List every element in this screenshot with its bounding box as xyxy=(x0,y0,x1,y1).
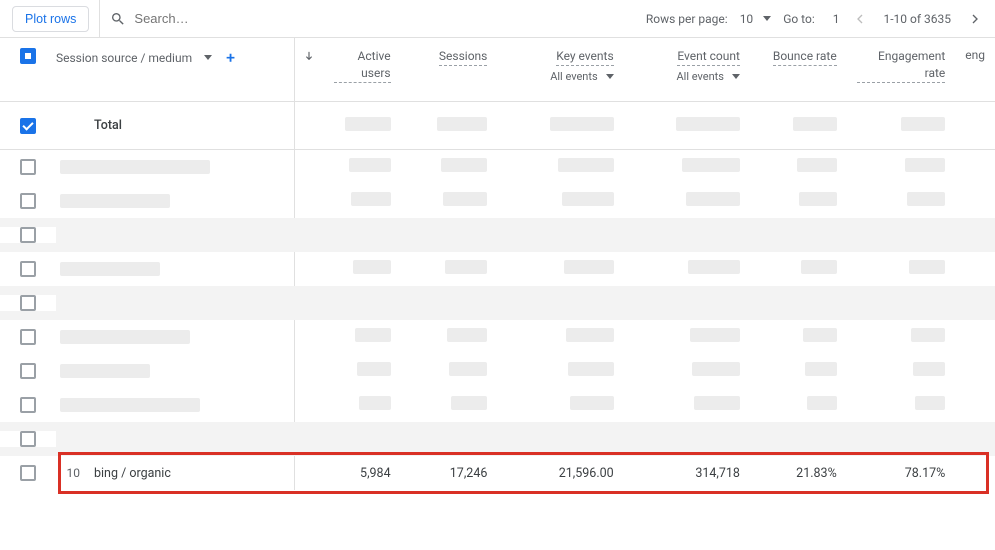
row-checkbox[interactable] xyxy=(20,397,36,413)
search-icon xyxy=(110,11,126,27)
goto-input[interactable]: 1 xyxy=(827,12,840,26)
prev-page-button[interactable] xyxy=(852,11,868,27)
col-sessions[interactable]: Sessions xyxy=(401,48,498,83)
sort-indicator[interactable] xyxy=(294,48,324,83)
col-active-users[interactable]: Active users xyxy=(324,48,401,83)
search-input[interactable] xyxy=(134,11,310,26)
table-row xyxy=(0,218,995,252)
plot-rows-button[interactable]: Plot rows xyxy=(12,6,89,32)
total-row: Total xyxy=(0,102,995,150)
table-row xyxy=(0,422,995,456)
next-page-button[interactable] xyxy=(967,11,983,27)
table-row xyxy=(0,286,995,320)
arrow-down-icon xyxy=(302,50,316,64)
row-checkbox[interactable] xyxy=(20,193,36,209)
row-checkbox[interactable] xyxy=(20,295,36,311)
row-label[interactable]: bing / organic xyxy=(94,466,294,481)
cell-sessions: 17,246 xyxy=(401,466,498,481)
chevron-down-icon xyxy=(763,16,771,21)
chevron-down-icon xyxy=(204,55,212,60)
toolbar: Plot rows Rows per page: 10 Go to: 1 1-1… xyxy=(0,0,995,38)
goto-label: Go to: xyxy=(783,12,815,26)
row-checkbox[interactable] xyxy=(20,118,36,134)
row-checkbox[interactable] xyxy=(20,363,36,379)
rows-per-page-label: Rows per page: xyxy=(646,12,728,26)
table-row xyxy=(0,354,995,388)
add-dimension-button[interactable]: + xyxy=(220,48,235,67)
dimension-header[interactable]: Session source / medium + xyxy=(56,48,294,67)
col-truncated[interactable]: eng xyxy=(955,48,995,83)
table-row xyxy=(0,320,995,354)
chevron-down-icon xyxy=(732,74,740,79)
row-checkbox[interactable] xyxy=(20,431,36,447)
row-checkbox[interactable] xyxy=(20,261,36,277)
col-event-count[interactable]: Event count All events xyxy=(624,48,750,83)
row-checkbox[interactable] xyxy=(20,227,36,243)
table-row xyxy=(0,252,995,286)
row-checkbox[interactable] xyxy=(20,329,36,345)
search-field[interactable] xyxy=(110,11,635,27)
metric-headers: Active users Sessions Key events All eve… xyxy=(294,48,995,83)
table-row xyxy=(0,150,995,184)
table-body: Total xyxy=(0,102,995,490)
cell-event-count: 314,718 xyxy=(624,466,750,481)
redacted-values xyxy=(294,117,995,135)
cell-engagement-rate: 78.17% xyxy=(847,466,956,481)
col-key-events[interactable]: Key events All events xyxy=(497,48,623,83)
row-checkbox[interactable] xyxy=(20,159,36,175)
row-label: Total xyxy=(94,118,294,133)
table-row: 10 bing / organic 5,984 17,246 21,596.00… xyxy=(0,456,995,490)
rows-per-page-select[interactable]: 10 xyxy=(740,12,772,26)
table-row xyxy=(0,184,995,218)
col-engagement-rate[interactable]: Engagement rate xyxy=(847,48,956,83)
col-bounce-rate[interactable]: Bounce rate xyxy=(750,48,847,83)
cell-key-events: 21,596.00 xyxy=(497,466,623,481)
rows-per-page-value: 10 xyxy=(740,12,754,26)
pagination: Rows per page: 10 Go to: 1 1-10 of 3635 xyxy=(646,11,983,27)
select-all-checkbox-cell xyxy=(0,48,56,64)
cell-bounce-rate: 21.83% xyxy=(750,466,847,481)
chevron-down-icon xyxy=(606,74,614,79)
row-checkbox[interactable] xyxy=(20,465,36,481)
page-range: 1-10 of 3635 xyxy=(884,12,952,26)
column-header-row: Session source / medium + Active users S… xyxy=(0,38,995,102)
cell-active-users: 5,984 xyxy=(324,466,401,481)
divider xyxy=(99,0,100,37)
dimension-label: Session source / medium xyxy=(56,51,192,65)
table-row xyxy=(0,388,995,422)
select-all-checkbox[interactable] xyxy=(20,48,36,64)
row-index: 10 xyxy=(56,466,86,480)
